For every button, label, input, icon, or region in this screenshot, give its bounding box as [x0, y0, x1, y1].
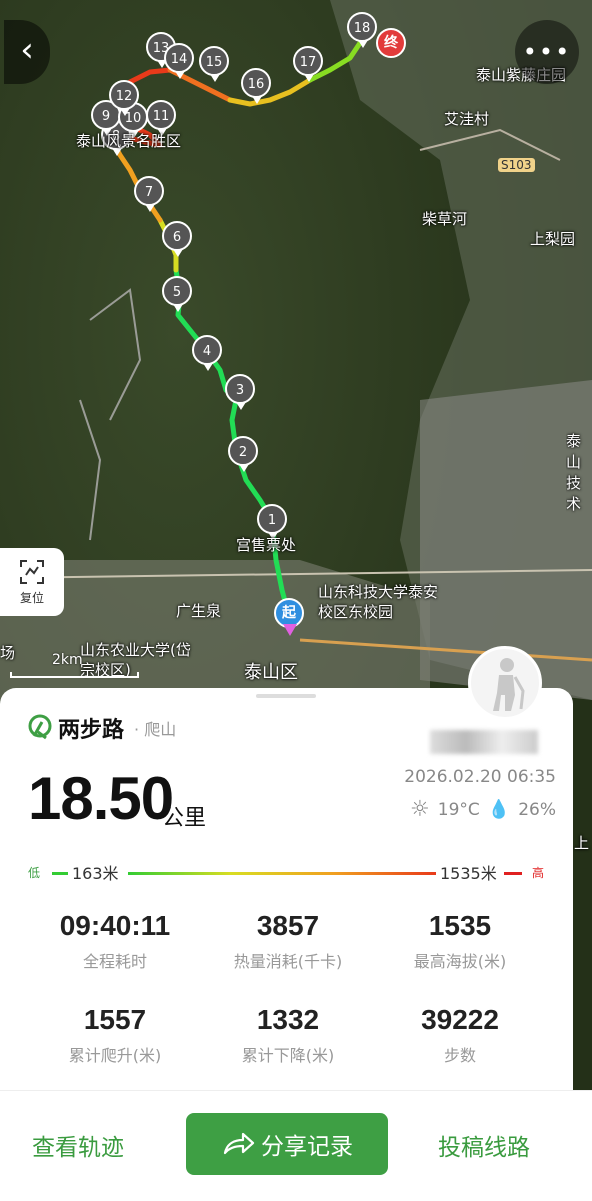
elev-low: 163米 — [72, 864, 119, 883]
stat-value: 1535 — [428, 910, 492, 941]
stat-value: 1332 — [256, 1004, 320, 1035]
end-marker[interactable]: 终 — [376, 28, 406, 58]
waypoint-pin[interactable]: 4 — [192, 335, 222, 371]
avatar[interactable] — [468, 646, 542, 720]
elev-high-label: 高 — [532, 866, 545, 880]
waypoint-pin[interactable]: 2 — [228, 436, 258, 472]
humidity: 26% — [518, 799, 556, 820]
waypoint-pin[interactable]: 12 — [109, 80, 139, 116]
elev-high-dash — [504, 872, 522, 875]
stat-max-altitude: 1535 最高海拔(米) — [370, 910, 550, 972]
activity-category: · 爬山 — [134, 720, 177, 739]
stat-ascent: 1557 累计爬升(米) — [25, 1004, 205, 1066]
more-dots-icon: ••• — [522, 38, 572, 66]
elev-low-dash — [52, 872, 68, 875]
stat-value: 3857 — [256, 910, 320, 941]
weather: ☼ 19°C 💧 26% — [410, 797, 556, 822]
more-button[interactable]: ••• — [515, 20, 579, 84]
map-label: 泰山风景名胜区 — [76, 132, 182, 150]
waypoint-pin[interactable]: 3 — [225, 374, 255, 410]
stat-label: 累计下降(米) — [241, 1046, 335, 1065]
brand: 两步路 · 爬山 — [28, 712, 176, 744]
stat-label: 全程耗时 — [82, 952, 147, 971]
chevron-left-icon: ‹ — [20, 30, 34, 70]
distance-unit: 公里 — [162, 806, 207, 831]
reset-location-button[interactable]: 复位 — [0, 548, 64, 616]
waypoint-pin[interactable]: 1 — [257, 504, 287, 540]
scale-bar — [10, 672, 139, 678]
waypoint-pin[interactable]: 7 — [134, 176, 164, 212]
stat-duration: 09:40:11 全程耗时 — [25, 910, 205, 972]
waypoint-pin[interactable]: 5 — [162, 276, 192, 312]
stat-label: 步数 — [443, 1046, 476, 1065]
sun-icon: ☼ — [410, 797, 430, 822]
share-arrow-icon — [223, 1132, 255, 1155]
view-track-button[interactable]: 查看轨迹 — [32, 1128, 124, 1162]
stat-label: 最高海拔(米) — [413, 952, 507, 971]
reset-label: 复位 — [19, 591, 44, 605]
map-label: 泰山区 — [244, 662, 298, 683]
waypoint-pin[interactable]: 14 — [164, 43, 194, 79]
elev-low-label: 低 — [28, 866, 41, 880]
stat-descent: 1332 累计下降(米) — [198, 1004, 378, 1066]
brand-name: 两步路 — [58, 718, 125, 743]
waypoint-pin[interactable]: 18 — [347, 12, 377, 48]
map-label: 泰山技术 — [566, 432, 582, 513]
recenter-icon — [20, 560, 44, 584]
stat-calories: 3857 热量消耗(千卡) — [198, 910, 378, 972]
map-label: 山东科技大学泰安校区东校园 — [318, 583, 439, 621]
elev-high: 1535米 — [440, 864, 497, 883]
stat-steps: 39222 步数 — [370, 1004, 550, 1066]
map-label: 宫售票处 — [236, 536, 297, 554]
share-label: 分享记录 — [261, 1134, 353, 1160]
waypoint-pin[interactable]: 11 — [146, 100, 176, 136]
elevation-range: 低 163米 1535米 高 — [28, 860, 550, 886]
road-badge: S103 — [498, 158, 535, 172]
map-label: 艾洼村 — [444, 110, 490, 128]
drag-handle[interactable] — [256, 694, 316, 698]
waypoint-pin[interactable]: 17 — [293, 46, 323, 82]
map-label: 上 — [574, 834, 590, 852]
temperature: 19°C — [437, 799, 480, 820]
stat-value: 1557 — [83, 1004, 147, 1035]
stat-label: 累计爬升(米) — [68, 1046, 162, 1065]
stat-label: 热量消耗(千卡) — [233, 952, 343, 971]
map-label: 柴草河 — [422, 210, 468, 228]
humidity-icon: 💧 — [487, 799, 511, 820]
datetime: 2026.02.20 06:35 — [404, 767, 556, 787]
submit-route-button[interactable]: 投稿线路 — [438, 1128, 530, 1162]
map-label: 场 — [0, 644, 16, 662]
scale-label: 2km — [52, 652, 83, 668]
liangbulu-logo-icon — [28, 714, 52, 740]
share-record-button[interactable]: 分享记录 — [186, 1113, 388, 1175]
start-arrow-icon — [283, 624, 297, 636]
map-label: 广生泉 — [176, 602, 222, 620]
distance-value: 18.50 — [28, 765, 174, 832]
waypoint-pin[interactable]: 16 — [241, 68, 271, 104]
stat-value: 09:40:11 — [59, 910, 171, 941]
waypoint-pin[interactable]: 15 — [199, 46, 229, 82]
waypoint-pin[interactable]: 6 — [162, 221, 192, 257]
blurred-username — [430, 730, 538, 754]
elev-gradient-bar — [128, 872, 436, 875]
hiker-icon — [493, 658, 525, 711]
stat-value: 39222 — [421, 1004, 499, 1035]
map-label: 上梨园 — [530, 230, 576, 248]
